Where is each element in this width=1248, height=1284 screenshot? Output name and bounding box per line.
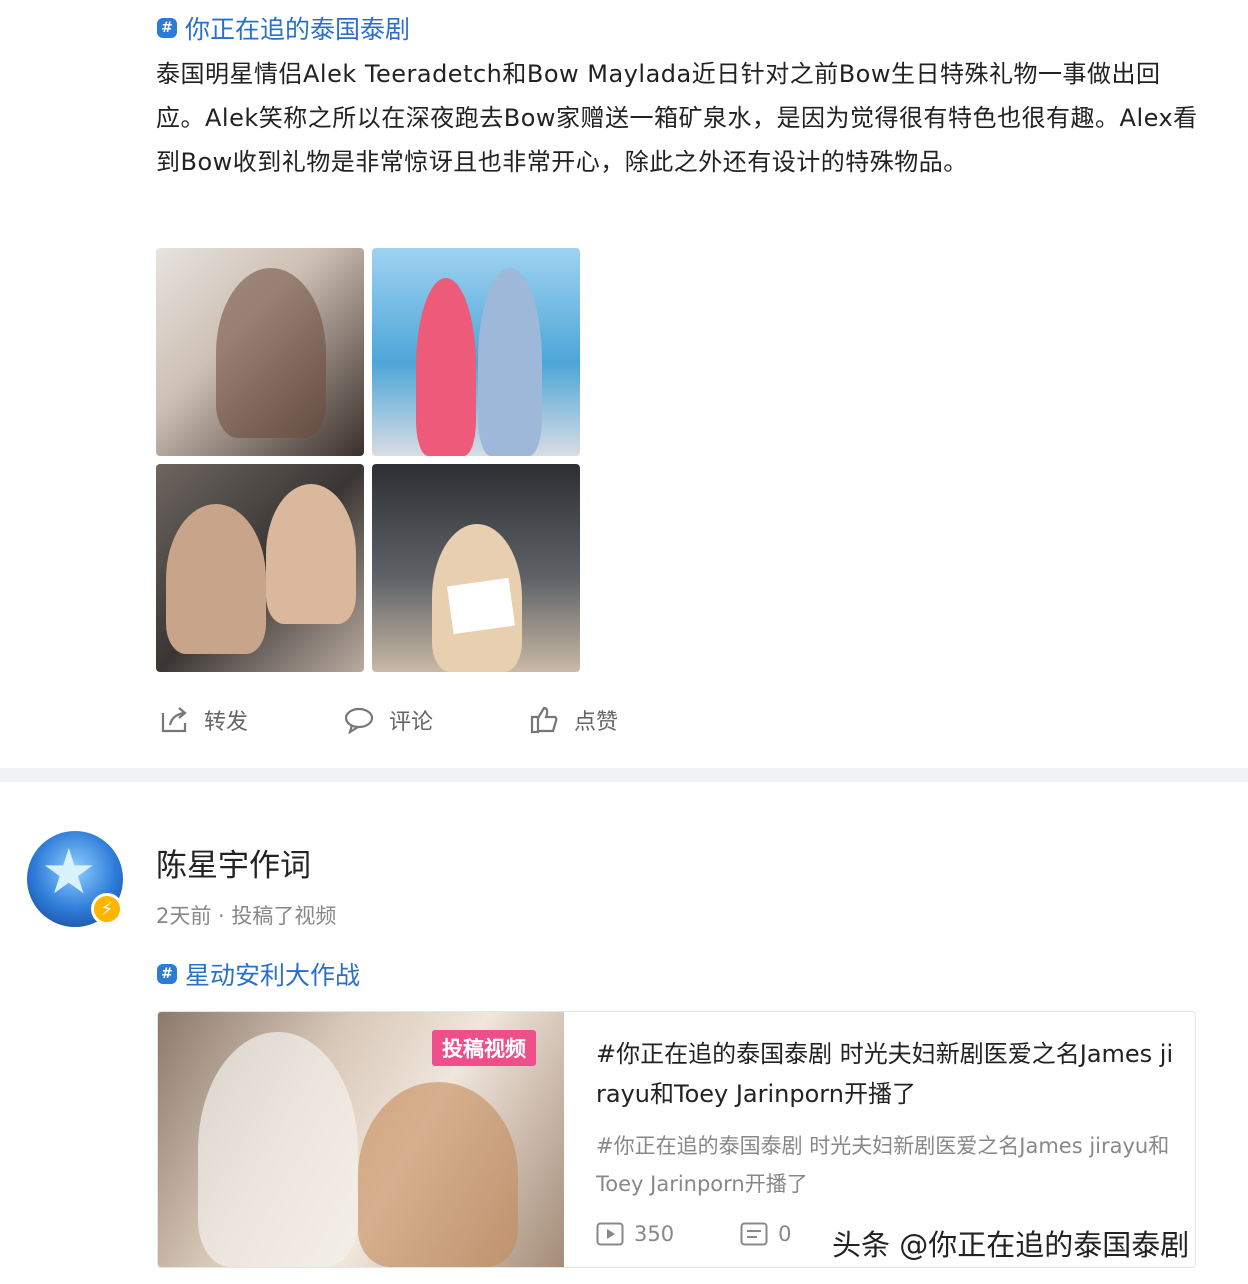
play-count: 350 <box>596 1222 674 1246</box>
play-count-value: 350 <box>634 1222 675 1246</box>
danmaku-icon <box>740 1222 768 1246</box>
topic-label: 你正在追的泰国泰剧 <box>185 15 411 44</box>
username[interactable]: 陈星宇作词 <box>156 840 311 885</box>
danmaku-count: 0 <box>740 1222 791 1246</box>
post-text: 泰国明星情侣Alek Teeradetch和Bow Maylada近日针对之前B… <box>156 60 1198 176</box>
feed-divider <box>0 768 1248 782</box>
play-icon <box>596 1222 624 1246</box>
danmaku-count-value: 0 <box>778 1222 792 1246</box>
post-photo-1[interactable] <box>156 248 364 456</box>
video-title[interactable]: #你正在追的泰国泰剧 时光夫妇新剧医爱之名James jirayu和Toey J… <box>596 1034 1176 1114</box>
repost-icon <box>161 707 187 733</box>
post-card-1: # 你正在追的泰国泰剧 泰国明星情侣Alek Teeradetch和Bow Ma… <box>0 0 1248 768</box>
topic-hash-icon: # <box>157 18 177 38</box>
repost-label: 转发 <box>204 710 249 735</box>
comment-label: 评论 <box>389 710 434 735</box>
post-photo-3[interactable] <box>156 464 364 672</box>
topic-hash-icon: # <box>157 964 177 984</box>
video-thumbnail[interactable]: 投稿视频 <box>158 1012 564 1267</box>
photo-grid <box>156 248 580 672</box>
avatar[interactable]: ★ ⚡ <box>27 831 123 927</box>
topic-link-2[interactable]: # 星动安利大作战 <box>157 956 360 992</box>
topic-link[interactable]: # 你正在追的泰国泰剧 <box>157 10 410 46</box>
video-stats: 350 0 <box>596 1222 791 1246</box>
post-photo-4[interactable] <box>372 464 580 672</box>
topic-label-2: 星动安利大作战 <box>185 961 361 990</box>
like-icon <box>530 706 558 734</box>
repost-button[interactable]: 转发 <box>158 704 343 736</box>
post-actions: 转发 评论 点赞 <box>158 704 713 736</box>
comment-icon <box>344 707 374 735</box>
post-meta: 2天前 · 投稿了视频 <box>156 904 337 928</box>
post-photo-2[interactable] <box>372 248 580 456</box>
video-description: #你正在追的泰国泰剧 时光夫妇新剧医爱之名James jirayu和Toey J… <box>596 1134 1170 1196</box>
star-avatar-icon: ★ <box>41 835 97 908</box>
vip-badge-icon: ⚡ <box>91 893 123 925</box>
comment-button[interactable]: 评论 <box>343 704 528 736</box>
like-label: 点赞 <box>574 710 619 735</box>
video-tag: 投稿视频 <box>432 1030 536 1066</box>
like-button[interactable]: 点赞 <box>528 704 713 736</box>
watermark: 头条 @你正在追的泰国泰剧 <box>832 1228 1190 1262</box>
